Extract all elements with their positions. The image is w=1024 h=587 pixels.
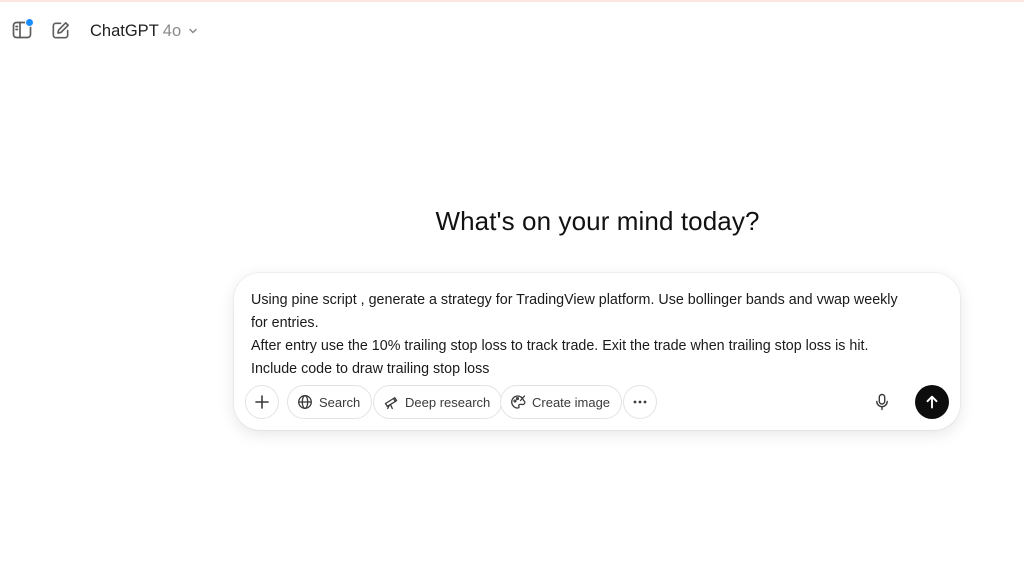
more-tools-button[interactable] bbox=[623, 385, 657, 419]
sidebar-toggle-button[interactable] bbox=[7, 15, 37, 45]
globe-icon bbox=[297, 394, 313, 410]
prompt-line: Include code to draw trailing stop loss bbox=[251, 361, 490, 377]
new-chat-button[interactable] bbox=[45, 15, 75, 45]
add-attachment-button[interactable] bbox=[245, 385, 279, 419]
prompt-composer: Using pine script , generate a strategy … bbox=[234, 273, 960, 430]
deep-research-button[interactable]: Deep research bbox=[373, 385, 503, 419]
chatgpt-page: ChatGPT 4o What's on your mind today? Us… bbox=[0, 0, 1024, 587]
arrow-up-icon bbox=[924, 394, 940, 410]
model-name: ChatGPT bbox=[90, 21, 159, 40]
create-image-button[interactable]: Create image bbox=[500, 385, 623, 419]
deep-research-label: Deep research bbox=[405, 394, 491, 410]
palette-icon bbox=[510, 394, 526, 410]
prompt-line: After entry use the 10% trailing stop lo… bbox=[251, 338, 869, 354]
voice-input-button[interactable] bbox=[865, 385, 899, 419]
search-tool-button[interactable]: Search bbox=[287, 385, 373, 419]
prompt-line: for entries. bbox=[251, 315, 319, 331]
model-version: 4o bbox=[162, 21, 182, 40]
create-image-label: Create image bbox=[532, 394, 611, 410]
new-chat-icon bbox=[50, 20, 71, 41]
telescope-icon bbox=[383, 394, 399, 410]
prompt-line: Using pine script , generate a strategy … bbox=[251, 292, 898, 308]
search-tool-label: Search bbox=[319, 394, 361, 410]
model-switcher[interactable]: ChatGPT 4o bbox=[82, 16, 207, 46]
plus-icon bbox=[254, 394, 270, 410]
page-heading: What's on your mind today? bbox=[435, 206, 760, 236]
more-dots-icon bbox=[632, 394, 648, 410]
chevron-down-icon bbox=[187, 25, 199, 37]
composer-toolbar: Search Deep research Create image bbox=[245, 385, 949, 419]
notification-dot bbox=[25, 18, 34, 27]
top-bar: ChatGPT 4o bbox=[0, 2, 1024, 60]
send-button[interactable] bbox=[915, 385, 949, 419]
prompt-input[interactable]: Using pine script , generate a strategy … bbox=[251, 289, 946, 381]
microphone-icon bbox=[874, 393, 890, 411]
